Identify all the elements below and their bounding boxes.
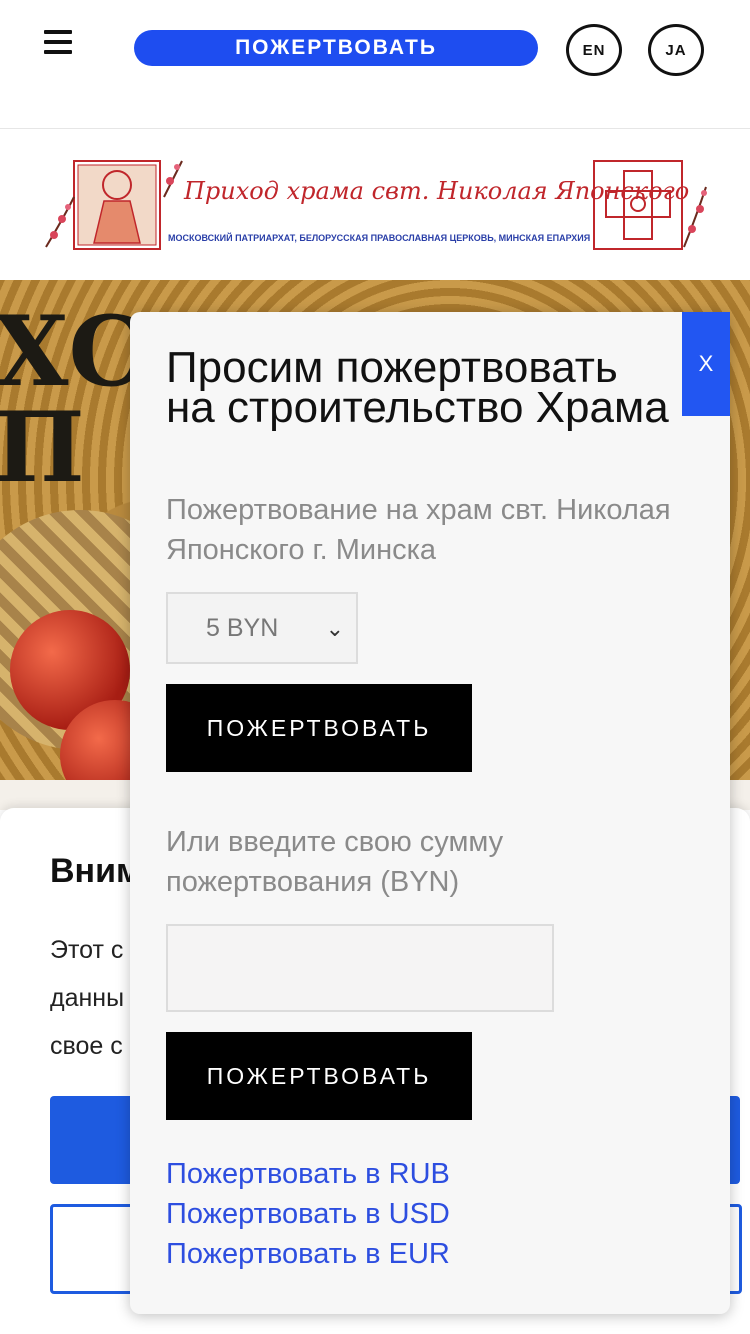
header-donate-button[interactable]: ПОЖЕРТВОВАТЬ: [134, 30, 538, 66]
top-bar: ПОЖЕРТВОВАТЬ EN JA: [0, 0, 750, 129]
donate-usd-link[interactable]: Пожертвовать в USD: [166, 1198, 450, 1231]
lang-ja-button[interactable]: JA: [648, 24, 704, 76]
donate-eur-link[interactable]: Пожертвовать в EUR: [166, 1238, 450, 1271]
donate-custom-button[interactable]: ПОЖЕРТВОВАТЬ: [166, 1032, 472, 1120]
lang-en-button[interactable]: EN: [566, 24, 622, 76]
custom-amount-label: Или введите свою сумму пожертвования (BY…: [166, 826, 504, 898]
chevron-down-icon: ⌄: [325, 616, 344, 641]
custom-amount-input[interactable]: [166, 924, 554, 1012]
amount-select-value: 5 BYN: [206, 613, 279, 642]
menu-icon[interactable]: [44, 30, 72, 54]
logo-subtitle: МОСКОВСКИЙ ПАТРИАРХАТ, БЕЛОРУССКАЯ ПРАВО…: [168, 233, 591, 243]
parish-logo[interactable]: Приход храма свт. Николая Японского МОСК…: [44, 157, 708, 257]
close-button[interactable]: X: [682, 312, 730, 416]
donation-modal: X Просим пожертвовать на строительство Х…: [130, 312, 730, 1314]
notice-title: Вним: [50, 852, 142, 890]
logo-title: Приход храма свт. Николая Японского: [184, 177, 690, 205]
modal-title: Просим пожертвовать на строительство Хра…: [166, 343, 669, 432]
modal-subtitle: Пожертвование на храм свт. Николая Японс…: [166, 494, 671, 566]
logo-banner: Приход храма свт. Николая Японского МОСК…: [0, 129, 750, 279]
amount-select[interactable]: 5 BYN ⌄: [166, 592, 358, 664]
donate-button[interactable]: ПОЖЕРТВОВАТЬ: [166, 684, 472, 772]
donate-rub-link[interactable]: Пожертвовать в RUB: [166, 1158, 450, 1191]
